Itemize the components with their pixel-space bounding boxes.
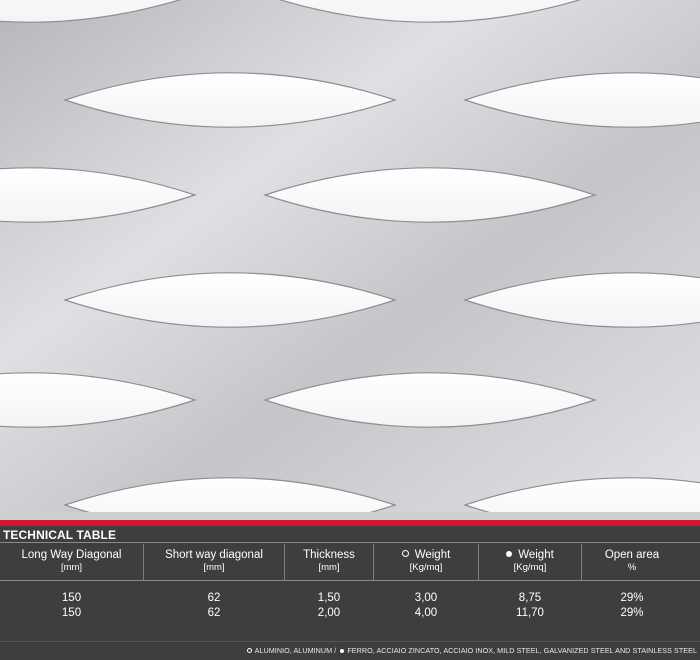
table-cell: 62: [207, 592, 221, 604]
header-label: Weight: [518, 549, 554, 561]
header-label: Thickness: [303, 549, 355, 561]
table-cell: 2,00: [317, 607, 341, 619]
filled-circle-icon: [340, 649, 345, 653]
header-weight-steel: Weight [Kg/mq]: [479, 544, 581, 580]
header-long-diagonal: Long Way Diagonal [mm]: [0, 544, 143, 580]
expanded-metal-mesh-photo: [0, 0, 700, 512]
photo-bottom-strip: [0, 512, 700, 520]
table-cell: 8,75: [518, 592, 542, 604]
header-thickness: Thickness [mm]: [285, 544, 373, 580]
table-cell: 150: [61, 607, 82, 619]
header-weight-aluminium: Weight [Kg/mq]: [374, 544, 478, 580]
open-circle-icon: [401, 550, 409, 557]
table-cell: 29%: [620, 607, 644, 619]
header-label: Long Way Diagonal: [21, 549, 122, 561]
header-unit: [Kg/mq]: [409, 562, 443, 573]
header-label: Open area: [604, 549, 660, 561]
header-label: Weight: [414, 549, 451, 561]
table-cell: 62: [207, 607, 221, 619]
header-unit: [mm]: [203, 562, 225, 573]
table-cell: 29%: [620, 592, 644, 604]
table-cell: 1,50: [317, 592, 341, 604]
header-short-diagonal: Short way diagonal [mm]: [144, 544, 284, 580]
header-open-area: Open area %: [582, 544, 682, 580]
table-cell: 150: [61, 592, 82, 604]
table-cell: 11,70: [516, 607, 544, 619]
header-divider: [0, 580, 700, 581]
header-label: Short way diagonal: [165, 549, 263, 561]
table-cell: 4,00: [414, 607, 438, 619]
accent-bar: [0, 520, 700, 526]
legend-steel: FERRO, ACCIAIO ZINCATO, ACCIAIO INOX, MI…: [347, 646, 697, 655]
header-unit: [Kg/mq]: [513, 562, 547, 573]
filled-circle-icon: [506, 551, 513, 557]
material-legend: ALUMINIO, ALUMINUM / FERRO, ACCIAIO ZINC…: [246, 646, 697, 655]
open-circle-icon: [246, 648, 252, 653]
divider: [0, 542, 700, 543]
header-unit: %: [627, 562, 637, 573]
divider: [0, 641, 700, 642]
table-title: TECHNICAL TABLE: [3, 528, 117, 542]
table-cell: 3,00: [414, 592, 438, 604]
legend-aluminium: ALUMINIO, ALUMINUM /: [254, 646, 337, 655]
header-unit: [mm]: [60, 562, 83, 573]
header-unit: [mm]: [318, 562, 340, 573]
